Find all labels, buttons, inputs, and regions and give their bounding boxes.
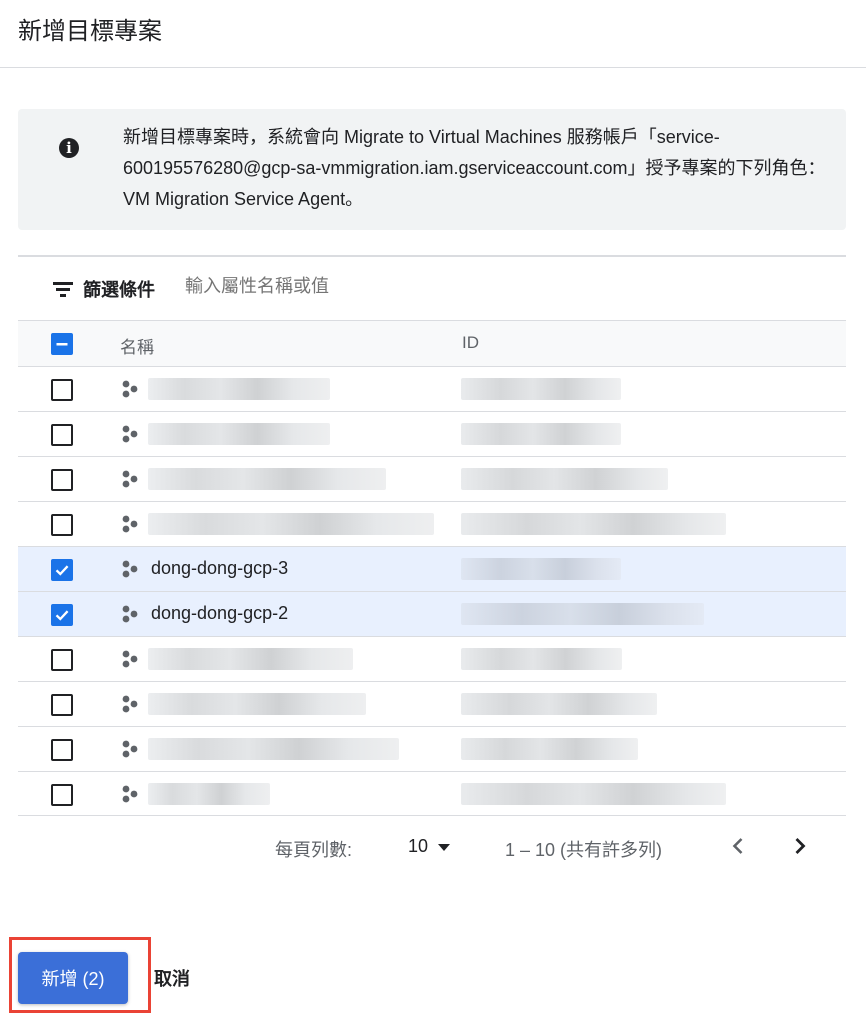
row-checkbox[interactable] (51, 604, 73, 626)
redacted-project-id (461, 378, 621, 400)
filter-label: 篩選條件 (83, 280, 155, 300)
project-icon (121, 650, 143, 668)
project-icon (121, 470, 143, 488)
row-checkbox[interactable] (51, 514, 73, 536)
rows-per-page-select[interactable]: 10 (408, 836, 428, 857)
row-checkbox[interactable] (51, 379, 73, 401)
table-row[interactable] (18, 636, 846, 681)
redacted-project-name (148, 513, 434, 535)
table-row[interactable]: dong-dong-gcp-3 (18, 546, 846, 591)
column-header-name[interactable]: 名稱 (120, 333, 154, 358)
table-row[interactable] (18, 366, 846, 411)
redacted-project-id (461, 693, 657, 715)
project-name: dong-dong-gcp-3 (151, 558, 289, 578)
filter-icon (53, 281, 73, 297)
select-all-checkbox[interactable] (51, 333, 73, 355)
info-icon: i (59, 138, 79, 158)
info-banner-text: 新增目標專案時，系統會向 Migrate to Virtual Machines… (123, 127, 826, 209)
chevron-right-icon[interactable] (788, 834, 812, 858)
redacted-project-name (148, 693, 366, 715)
project-icon (121, 605, 143, 623)
project-icon (121, 785, 143, 803)
project-icon (121, 425, 143, 443)
redacted-project-id (461, 423, 621, 445)
filter-input[interactable] (185, 276, 585, 297)
redacted-project-id (461, 558, 621, 580)
redacted-project-id (461, 738, 638, 760)
redacted-project-name (148, 423, 330, 445)
project-icon (121, 695, 143, 713)
redacted-project-name (148, 783, 270, 805)
row-checkbox[interactable] (51, 694, 73, 716)
table-row[interactable] (18, 411, 846, 456)
redacted-project-name (148, 378, 330, 400)
table-row[interactable] (18, 456, 846, 501)
project-icon (121, 515, 143, 533)
project-icon (121, 380, 143, 398)
row-checkbox[interactable] (51, 784, 73, 806)
row-checkbox[interactable] (51, 559, 73, 581)
add-target-project-dialog: 新增目標專案 i 新增目標專案時，系統會向 Migrate to Virtual… (0, 0, 866, 1024)
row-checkbox[interactable] (51, 469, 73, 491)
rows-per-page-label: 每頁列數: (275, 840, 353, 860)
redacted-project-id (461, 513, 726, 535)
redacted-project-id (461, 603, 704, 625)
project-table: 名稱 ID dong-dong-gcp-3 dong-dong-gcp-2 (18, 320, 846, 816)
info-banner: i 新增目標專案時，系統會向 Migrate to Virtual Machin… (18, 109, 846, 230)
table-row[interactable]: dong-dong-gcp-2 (18, 591, 846, 636)
redacted-project-id (461, 648, 622, 670)
chevron-left-icon[interactable] (726, 834, 750, 858)
title-divider (0, 67, 866, 68)
row-checkbox[interactable] (51, 739, 73, 761)
caret-down-icon[interactable] (438, 844, 450, 851)
table-row[interactable] (18, 681, 846, 726)
redacted-project-name (148, 648, 353, 670)
table-row[interactable] (18, 726, 846, 771)
table-divider (18, 255, 846, 257)
column-header-id[interactable]: ID (462, 333, 479, 353)
filter-bar[interactable]: 篩選條件 (18, 270, 846, 312)
pagination: 每頁列數: 10 1 – 10 (共有許多列) (18, 828, 846, 868)
table-header-row: 名稱 ID (18, 320, 846, 366)
redacted-project-name (148, 468, 386, 490)
project-name: dong-dong-gcp-2 (151, 603, 289, 623)
project-icon (121, 740, 143, 758)
row-checkbox[interactable] (51, 424, 73, 446)
redacted-project-id (461, 468, 668, 490)
table-row[interactable] (18, 501, 846, 546)
cancel-button[interactable]: 取消 (154, 952, 224, 1004)
table-row[interactable] (18, 771, 846, 816)
page-title: 新增目標專案 (18, 18, 162, 45)
add-button[interactable]: 新增 (2) (18, 952, 128, 1004)
redacted-project-id (461, 783, 726, 805)
page-range-text: 1 – 10 (共有許多列) (505, 840, 663, 860)
row-checkbox[interactable] (51, 649, 73, 671)
redacted-project-name (148, 738, 399, 760)
project-icon (121, 560, 143, 578)
